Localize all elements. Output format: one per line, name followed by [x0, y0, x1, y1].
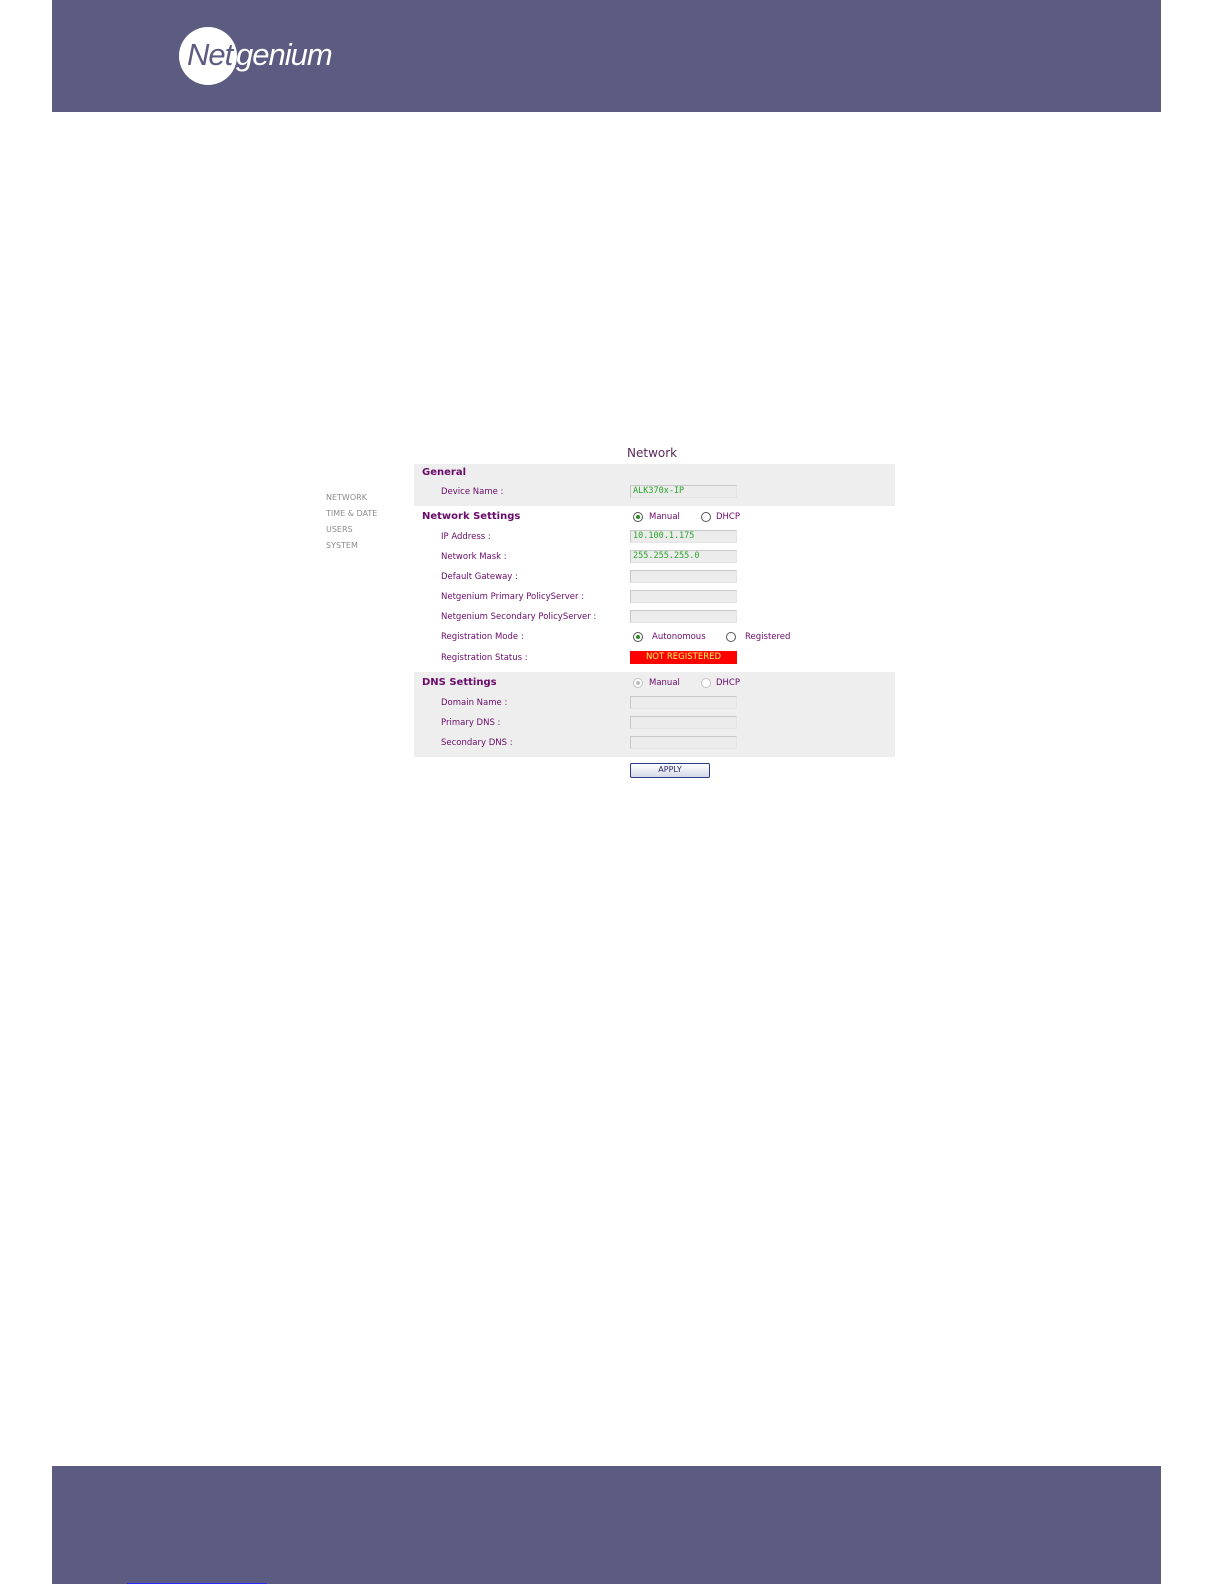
- primary-dns-label: Primary DNS :: [441, 718, 501, 728]
- dns-mode-manual-radio[interactable]: [633, 678, 643, 688]
- sidebar-item-network[interactable]: NETWORK: [326, 492, 377, 508]
- registration-status-badge: NOT REGISTERED: [630, 651, 737, 664]
- dns-mode-dhcp-label: DHCP: [716, 678, 740, 688]
- network-settings-title: Network Settings: [422, 511, 521, 522]
- secondary-policyserver-field[interactable]: [630, 610, 737, 623]
- secondary-dns-label: Secondary DNS :: [441, 738, 513, 748]
- network-mode-manual-radio[interactable]: [633, 512, 643, 522]
- footer-link[interactable]: [127, 1573, 267, 1584]
- default-gateway-field[interactable]: [630, 570, 737, 583]
- device-name-field[interactable]: ALK370x-IP: [630, 485, 737, 498]
- ip-address-label: IP Address :: [441, 532, 491, 542]
- registration-registered-radio[interactable]: [726, 632, 736, 642]
- network-mode-dhcp-radio[interactable]: [701, 512, 711, 522]
- page-title: Network: [627, 446, 678, 460]
- domain-name-label: Domain Name :: [441, 698, 508, 708]
- logo-prefix: Net: [187, 37, 233, 72]
- general-section-title: General: [422, 467, 466, 478]
- network-mask-field[interactable]: 255.255.255.0: [630, 550, 737, 563]
- registration-registered-label: Registered: [745, 632, 791, 642]
- domain-name-field[interactable]: [630, 696, 737, 709]
- primary-policyserver-label: Netgenium Primary PolicyServer :: [441, 592, 585, 602]
- primary-policyserver-field[interactable]: [630, 590, 737, 603]
- registration-mode-label: Registration Mode :: [441, 632, 524, 642]
- dns-mode-dhcp-radio[interactable]: [701, 678, 711, 688]
- sidebar-item-users[interactable]: USERS: [326, 524, 377, 540]
- network-mode-dhcp-label: DHCP: [716, 512, 740, 522]
- footer-band: [52, 1466, 1161, 1584]
- dns-mode-manual-label: Manual: [649, 678, 680, 688]
- device-name-label: Device Name :: [441, 487, 504, 497]
- registration-status-label: Registration Status :: [441, 653, 528, 663]
- primary-dns-field[interactable]: [630, 716, 737, 729]
- default-gateway-label: Default Gateway :: [441, 572, 518, 582]
- sidebar-item-system[interactable]: SYSTEM: [326, 540, 377, 556]
- logo-suffix: genium: [236, 37, 333, 72]
- ip-address-field[interactable]: 10.100.1.175: [630, 530, 737, 543]
- secondary-dns-field[interactable]: [630, 736, 737, 749]
- dns-settings-title: DNS Settings: [422, 677, 497, 688]
- registration-autonomous-radio[interactable]: [633, 632, 643, 642]
- side-nav: NETWORK TIME & DATE USERS SYSTEM: [326, 492, 377, 556]
- network-mask-label: Network Mask :: [441, 552, 507, 562]
- apply-button[interactable]: APPLY: [630, 763, 710, 778]
- network-mode-manual-label: Manual: [649, 512, 680, 522]
- secondary-policyserver-label: Netgenium Secondary PolicyServer :: [441, 612, 597, 622]
- registration-autonomous-label: Autonomous: [652, 632, 706, 642]
- sidebar-item-time-date[interactable]: TIME & DATE: [326, 508, 377, 524]
